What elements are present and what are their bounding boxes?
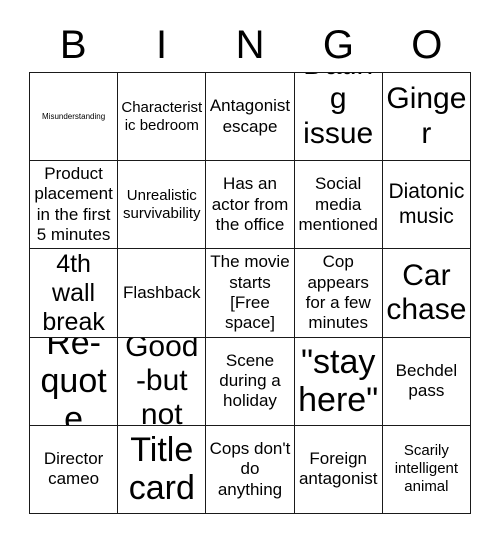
bingo-cell-o2[interactable]: Diatonic music <box>382 161 471 250</box>
bingo-cell-n1[interactable]: Antagonist escape <box>206 73 295 162</box>
bingo-cell-label: Director cameo <box>43 449 104 489</box>
bingo-cell-o4[interactable]: Bechdel pass <box>382 337 471 426</box>
bingo-cell-label: Flashback <box>123 282 201 302</box>
bingo-cell-label: Characteristic bedroom <box>121 98 203 134</box>
bingo-cell-label: The movie starts [Free space] <box>210 252 290 333</box>
bingo-cell-label: Social media mentioned <box>298 174 378 234</box>
bingo-cell-label: Antagonist escape <box>209 96 291 136</box>
bingo-cell-label: Cops don't do anything <box>209 438 291 499</box>
bingo-header-row: B I N G O <box>29 18 471 72</box>
bingo-cell-i4[interactable]: Good-but not <box>118 337 207 426</box>
bingo-cell-label: Ginger <box>386 82 467 150</box>
bingo-cell-label: "stay here" <box>298 343 379 420</box>
bingo-cell-i1[interactable]: Characteristic bedroom <box>118 73 207 162</box>
header-letter-g: G <box>322 23 354 67</box>
header-letter-o: O <box>411 23 443 67</box>
bingo-cell-n4[interactable]: Scene during a holiday <box>206 337 295 426</box>
bingo-cell-g2[interactable]: Social media mentioned <box>294 161 383 250</box>
bingo-cell-i3[interactable]: Flashback <box>118 249 207 338</box>
bingo-cell-b2[interactable]: Product placement in the first 5 minutes <box>30 161 119 250</box>
bingo-cell-b1[interactable]: Misunderstanding <box>30 73 119 162</box>
bingo-cell-g3[interactable]: Cop appears for a few minutes <box>294 249 383 338</box>
bingo-cell-b4[interactable]: Re-quote <box>30 337 119 426</box>
bingo-cell-label: Foreign antagonist <box>298 449 378 489</box>
bingo-cell-b5[interactable]: Director cameo <box>30 425 119 514</box>
bingo-cell-o3[interactable]: Car chase <box>382 249 471 338</box>
bingo-cell-label: Dating issues <box>303 73 374 160</box>
header-letter-n: N <box>235 23 265 67</box>
bingo-cell-label: 4th wall break <box>42 249 105 336</box>
bingo-cell-g5[interactable]: Foreign antagonist <box>294 425 383 514</box>
bingo-cell-i5[interactable]: Title card <box>118 425 207 514</box>
bingo-cell-label: Scene during a holiday <box>219 350 281 411</box>
bingo-cell-g1[interactable]: Dating issues <box>294 73 383 162</box>
bingo-cell-o1[interactable]: Ginger <box>382 73 471 162</box>
header-letter-i: I <box>156 23 168 67</box>
bingo-card: B I N G O Misunderstanding Characteristi… <box>0 0 500 544</box>
header-letter-b: B <box>59 23 87 67</box>
bingo-cell-o5[interactable]: Scarily intelligent animal <box>382 425 471 514</box>
bingo-cell-label: Title card <box>128 431 195 508</box>
bingo-cell-label: Scarily intelligent animal <box>394 442 459 496</box>
bingo-cell-label: Has an actor from the office <box>211 174 289 234</box>
bingo-cell-g4[interactable]: "stay here" <box>294 337 383 426</box>
bingo-cell-label: Bechdel pass <box>395 360 458 401</box>
bingo-cell-i2[interactable]: Unrealistic survivability <box>118 161 207 250</box>
bingo-cell-label: Re-quote <box>40 337 107 426</box>
bingo-cell-label: Product placement in the first 5 minutes <box>34 164 113 245</box>
bingo-cell-label: Cop appears for a few minutes <box>305 252 371 333</box>
bingo-cell-label: Car chase <box>386 258 467 326</box>
bingo-cell-label: Good-but not <box>125 337 199 426</box>
bingo-cell-n2[interactable]: Has an actor from the office <box>206 161 295 250</box>
bingo-grid: Misunderstanding Characteristic bedroom … <box>29 72 471 514</box>
bingo-cell-label: Diatonic music <box>388 180 465 228</box>
bingo-cell-n5[interactable]: Cops don't do anything <box>206 425 295 514</box>
bingo-cell-label: Unrealistic survivability <box>123 186 201 222</box>
bingo-cell-label: Misunderstanding <box>42 112 106 121</box>
bingo-cell-free-space[interactable]: The movie starts [Free space] <box>206 249 295 338</box>
bingo-cell-b3[interactable]: 4th wall break <box>30 249 119 338</box>
